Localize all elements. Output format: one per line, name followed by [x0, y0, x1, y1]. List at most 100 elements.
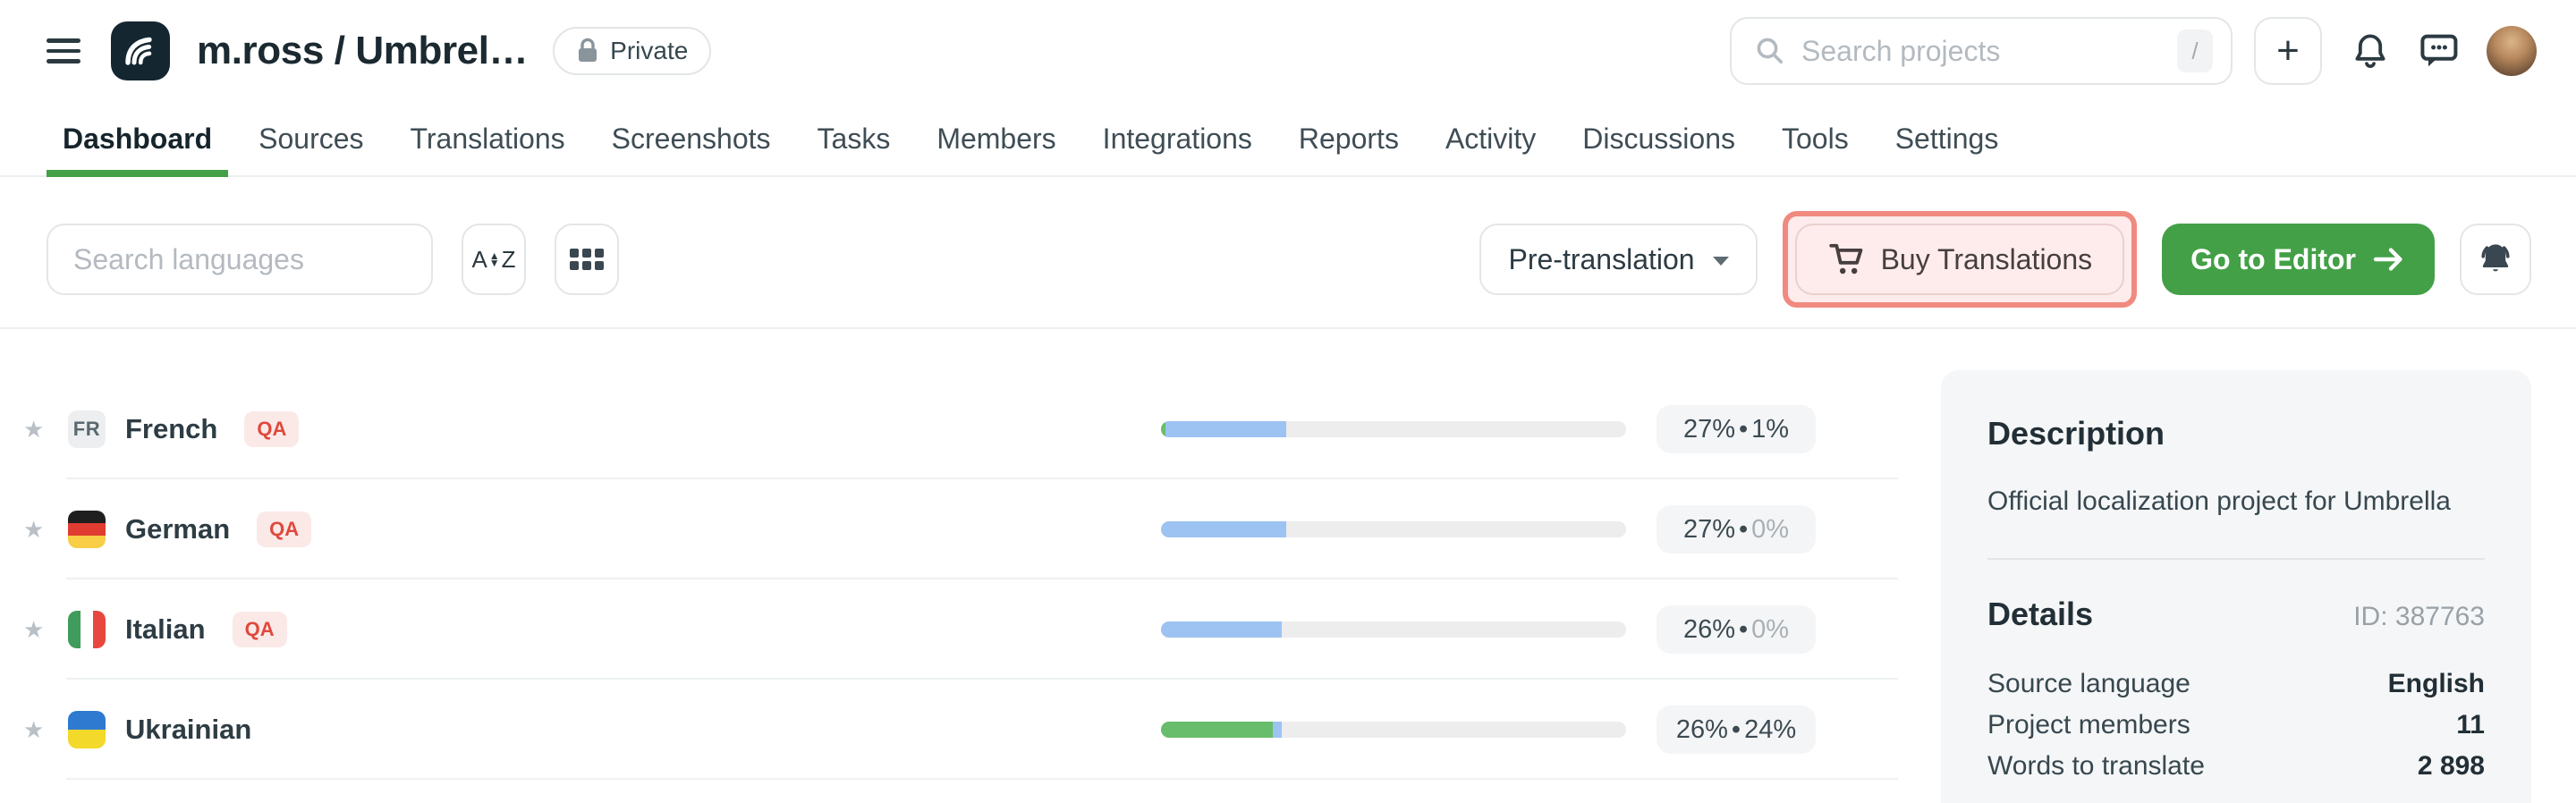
app-logo[interactable]: [111, 21, 170, 80]
description-title: Description: [1987, 415, 2485, 452]
language-row-french[interactable]: ★ FR French QA 27%•1%: [23, 379, 1898, 479]
grid-view-icon: [570, 249, 604, 270]
tab-settings[interactable]: Settings: [1895, 102, 1999, 175]
progress-percent-badge: 27%•0%: [1657, 505, 1816, 554]
progress-translated: [1161, 521, 1286, 537]
dashboard-toolbar: A ▲▼ Z Pre-translation Buy Tr: [0, 218, 2576, 300]
language-name[interactable]: German: [125, 513, 230, 545]
project-search[interactable]: /: [1730, 17, 2233, 85]
language-flag: [68, 611, 106, 648]
favorite-star-icon[interactable]: ★: [23, 516, 47, 544]
sort-languages-button[interactable]: A ▲▼ Z: [462, 224, 526, 295]
percent-translated: 26%: [1676, 715, 1728, 745]
favorite-star-icon[interactable]: ★: [23, 416, 47, 444]
subscribe-bell-button[interactable]: [2460, 224, 2531, 295]
percent-translated: 27%: [1683, 415, 1735, 444]
chevron-down-icon: [1713, 257, 1729, 266]
buy-translations-label: Buy Translations: [1881, 243, 2093, 276]
tab-screenshots[interactable]: Screenshots: [612, 102, 771, 175]
tab-activity[interactable]: Activity: [1445, 102, 1536, 175]
progress-percent-badge: 26%•24%: [1657, 706, 1816, 754]
percent-approved: 24%: [1744, 715, 1796, 745]
create-project-button[interactable]: +: [2254, 17, 2322, 85]
qa-badge[interactable]: QA: [233, 612, 287, 647]
ringing-bell-icon: [2475, 240, 2516, 279]
translation-progress-bar: [1161, 521, 1626, 537]
annotation-highlight-box: Buy Translations: [1783, 211, 2138, 308]
tab-sources[interactable]: Sources: [258, 102, 363, 175]
privacy-badge-label: Private: [610, 37, 688, 65]
card-divider: [1987, 558, 2485, 560]
qa-badge[interactable]: QA: [257, 511, 311, 547]
tab-discussions[interactable]: Discussions: [1582, 102, 1735, 175]
grid-view-button[interactable]: [555, 224, 619, 295]
language-name[interactable]: Italian: [125, 613, 206, 646]
project-nav-tabs: Dashboard Sources Translations Screensho…: [0, 102, 2576, 177]
user-avatar[interactable]: [2487, 26, 2537, 76]
buy-translations-button[interactable]: Buy Translations: [1795, 224, 2125, 295]
pre-translation-dropdown[interactable]: Pre-translation: [1479, 224, 1757, 295]
tab-integrations[interactable]: Integrations: [1103, 102, 1252, 175]
dashboard-content: ★ FR French QA 27%•1% ★ German QA 27%•0%: [0, 329, 2576, 803]
progress-translated: [1165, 421, 1286, 437]
language-flag: [68, 711, 106, 748]
translation-progress-bar: [1161, 621, 1626, 638]
language-name[interactable]: French: [125, 413, 217, 445]
percent-translated: 27%: [1683, 515, 1735, 545]
percent-approved: 1%: [1751, 415, 1789, 444]
project-id: ID: 387763: [2353, 602, 2485, 632]
lock-icon: [576, 38, 599, 64]
tab-members[interactable]: Members: [936, 102, 1055, 175]
favorite-star-icon[interactable]: ★: [23, 716, 47, 744]
description-text: Official localization project for Umbrel…: [1987, 483, 2485, 520]
percent-approved: 0%: [1751, 515, 1789, 545]
tab-reports[interactable]: Reports: [1299, 102, 1399, 175]
progress-percent-badge: 27%•1%: [1657, 405, 1816, 453]
language-flag: [68, 511, 106, 548]
top-bar-right: / +: [1730, 17, 2537, 85]
toolbar-actions: Pre-translation Buy Translations Go to E…: [1479, 211, 2531, 308]
detail-row-words-to-translate: Words to translate2 898: [1987, 746, 2485, 787]
progress-approved: [1161, 722, 1273, 738]
percent-approved: 0%: [1751, 615, 1789, 645]
details-title: Details: [1987, 596, 2093, 633]
progress-percent-badge: 26%•0%: [1657, 605, 1816, 654]
go-to-editor-label: Go to Editor: [2190, 243, 2356, 276]
top-bar: m.ross / Umbrel… Private / +: [0, 0, 2576, 102]
project-search-input[interactable]: [1801, 35, 2161, 68]
menu-icon[interactable]: [47, 38, 80, 63]
search-icon: [1755, 36, 1785, 66]
tab-dashboard[interactable]: Dashboard: [63, 102, 212, 175]
tab-translations[interactable]: Translations: [411, 102, 565, 175]
percent-translated: 26%: [1683, 615, 1735, 645]
cart-icon: [1827, 241, 1865, 278]
detail-row-source-language: Source languageEnglish: [1987, 664, 2485, 705]
language-name[interactable]: Ukrainian: [125, 714, 251, 746]
language-row-german[interactable]: ★ German QA 27%•0%: [23, 479, 1898, 579]
tab-tasks[interactable]: Tasks: [818, 102, 891, 175]
pre-translation-label: Pre-translation: [1508, 243, 1694, 276]
details-rows: Source languageEnglish Project members11…: [1987, 664, 2485, 787]
translation-progress-bar: [1161, 722, 1626, 738]
privacy-badge: Private: [553, 27, 711, 75]
project-title: m.ross / Umbrel…: [197, 29, 528, 73]
notifications-bell-icon[interactable]: [2351, 30, 2390, 72]
language-flag: FR: [68, 410, 106, 448]
go-to-editor-button[interactable]: Go to Editor: [2162, 224, 2435, 295]
language-search-input[interactable]: [47, 224, 433, 295]
language-row-ukrainian[interactable]: ★ Ukrainian QA 26%•24%: [23, 680, 1898, 780]
arrow-right-icon: [2372, 245, 2406, 274]
progress-translated: [1273, 722, 1282, 738]
project-dashboard-page: m.ross / Umbrel… Private / +: [0, 0, 2576, 803]
language-list: ★ FR French QA 27%•1% ★ German QA 27%•0%: [23, 329, 1898, 780]
detail-row-project-members: Project members11: [1987, 705, 2485, 746]
project-details-card: Description Official localization projec…: [1941, 370, 2531, 803]
language-row-italian[interactable]: ★ Italian QA 26%•0%: [23, 579, 1898, 680]
translation-progress-bar: [1161, 421, 1626, 437]
tab-tools[interactable]: Tools: [1782, 102, 1849, 175]
qa-badge[interactable]: QA: [244, 411, 299, 447]
messages-chat-icon[interactable]: [2419, 31, 2460, 71]
sort-az-icon: A ▲▼ Z: [471, 246, 515, 274]
progress-translated: [1161, 621, 1282, 638]
favorite-star-icon[interactable]: ★: [23, 616, 47, 644]
